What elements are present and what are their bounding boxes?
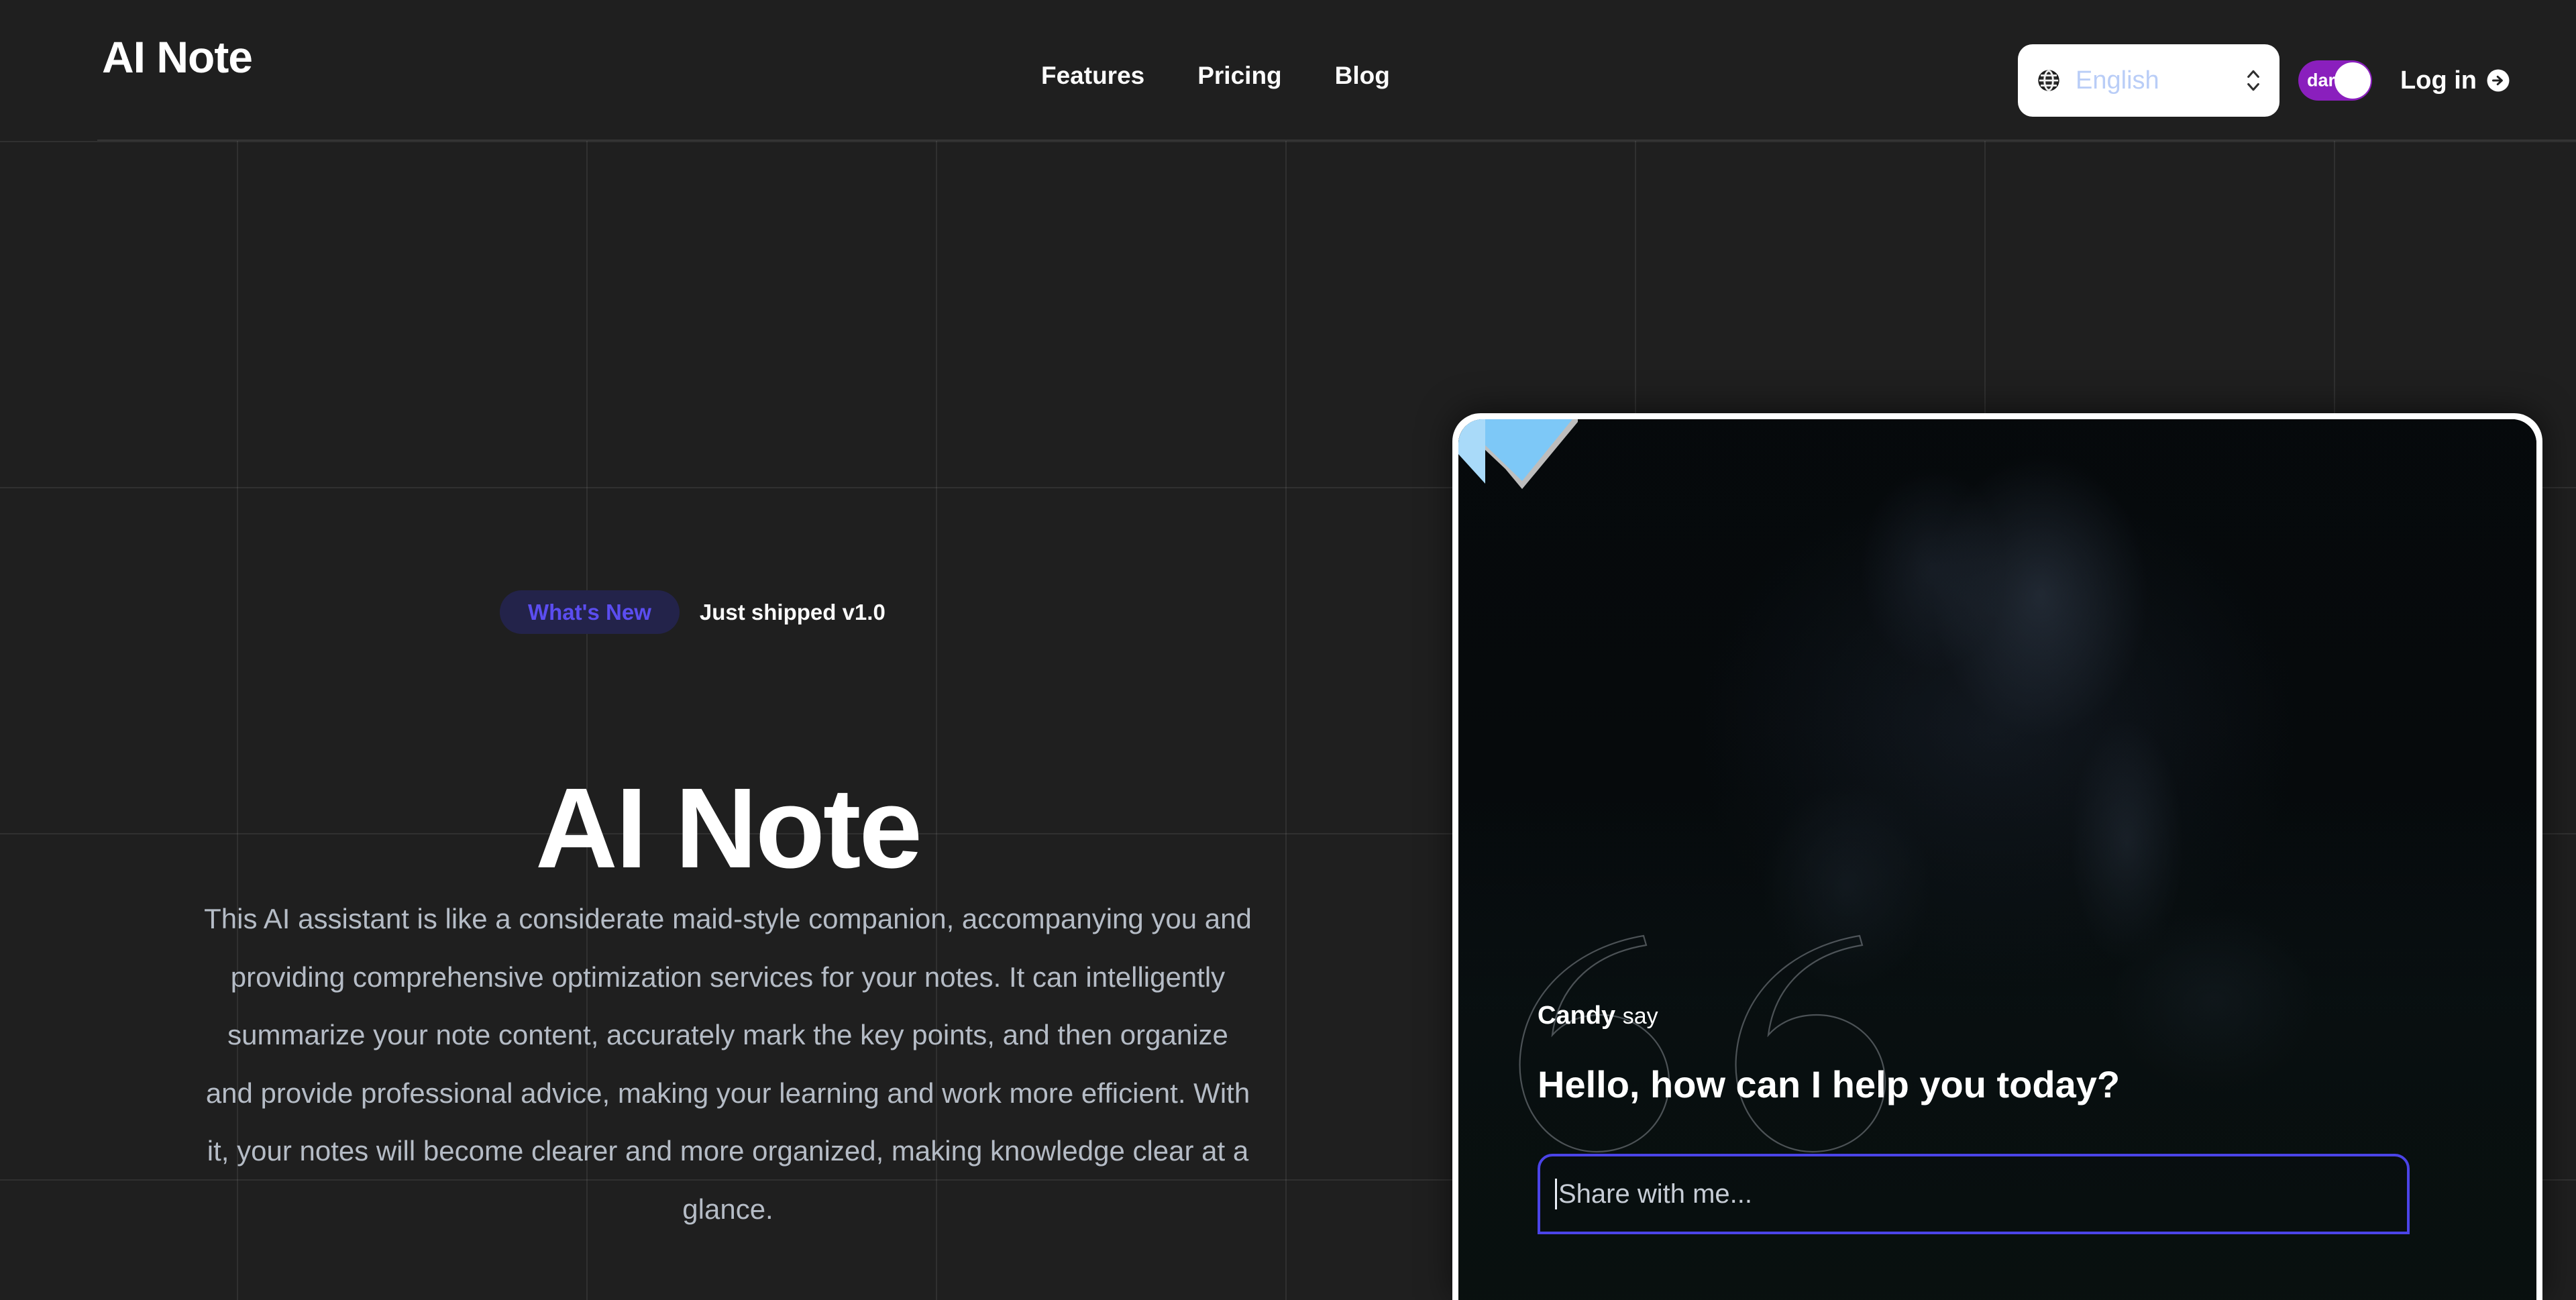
chat-card-inner: Candy say Hello, how can I help you toda… — [1458, 419, 2536, 1300]
chat-preview-card: Candy say Hello, how can I help you toda… — [1452, 413, 2542, 1300]
release-note-text: Just shipped v1.0 — [699, 599, 885, 625]
bookmark-ribbon-icon — [1458, 419, 1586, 527]
chat-speaker-verb: say — [1622, 1004, 1658, 1029]
language-select-value: English — [2076, 66, 2159, 95]
nav-link-pricing[interactable]: Pricing — [1197, 62, 1281, 90]
nav-link-features[interactable]: Features — [1041, 62, 1144, 90]
login-button[interactable]: Log in — [2400, 66, 2510, 95]
chat-input-placeholder: Share with me... — [1558, 1179, 1753, 1209]
theme-toggle-knob — [2334, 62, 2371, 99]
primary-nav: Features Pricing Blog — [1041, 62, 1390, 90]
header-controls: English dark Log in — [2018, 44, 2510, 117]
text-caret — [1555, 1179, 1557, 1209]
hero-description: This AI assistant is like a considerate … — [204, 903, 1252, 1225]
chat-speaker-name: Candy — [1538, 1001, 1616, 1030]
language-select[interactable]: English — [2018, 44, 2280, 117]
nav-link-blog[interactable]: Blog — [1335, 62, 1390, 90]
globe-icon — [2037, 68, 2061, 93]
hero-badge-row: What's New Just shipped v1.0 — [500, 590, 885, 634]
site-header: AI Note Features Pricing Blog English da… — [0, 0, 2576, 141]
chat-speaker: Candy say — [1538, 1003, 1658, 1028]
chat-input[interactable]: Share with me... — [1538, 1154, 2410, 1234]
hero-title: AI Note — [535, 764, 922, 892]
hero-section: What's New Just shipped v1.0 AI Note Thi… — [0, 0, 1456, 1300]
quotation-mark-icon — [1479, 889, 1935, 1171]
arrow-right-circle-icon — [2486, 68, 2510, 93]
chevron-up-down-icon — [2245, 66, 2262, 95]
whats-new-badge[interactable]: What's New — [500, 590, 680, 634]
brand-logo[interactable]: AI Note — [102, 35, 253, 79]
theme-toggle[interactable]: dark — [2298, 60, 2373, 101]
login-button-label: Log in — [2400, 66, 2477, 95]
chat-message: Hello, how can I help you today? — [1538, 1063, 2121, 1105]
